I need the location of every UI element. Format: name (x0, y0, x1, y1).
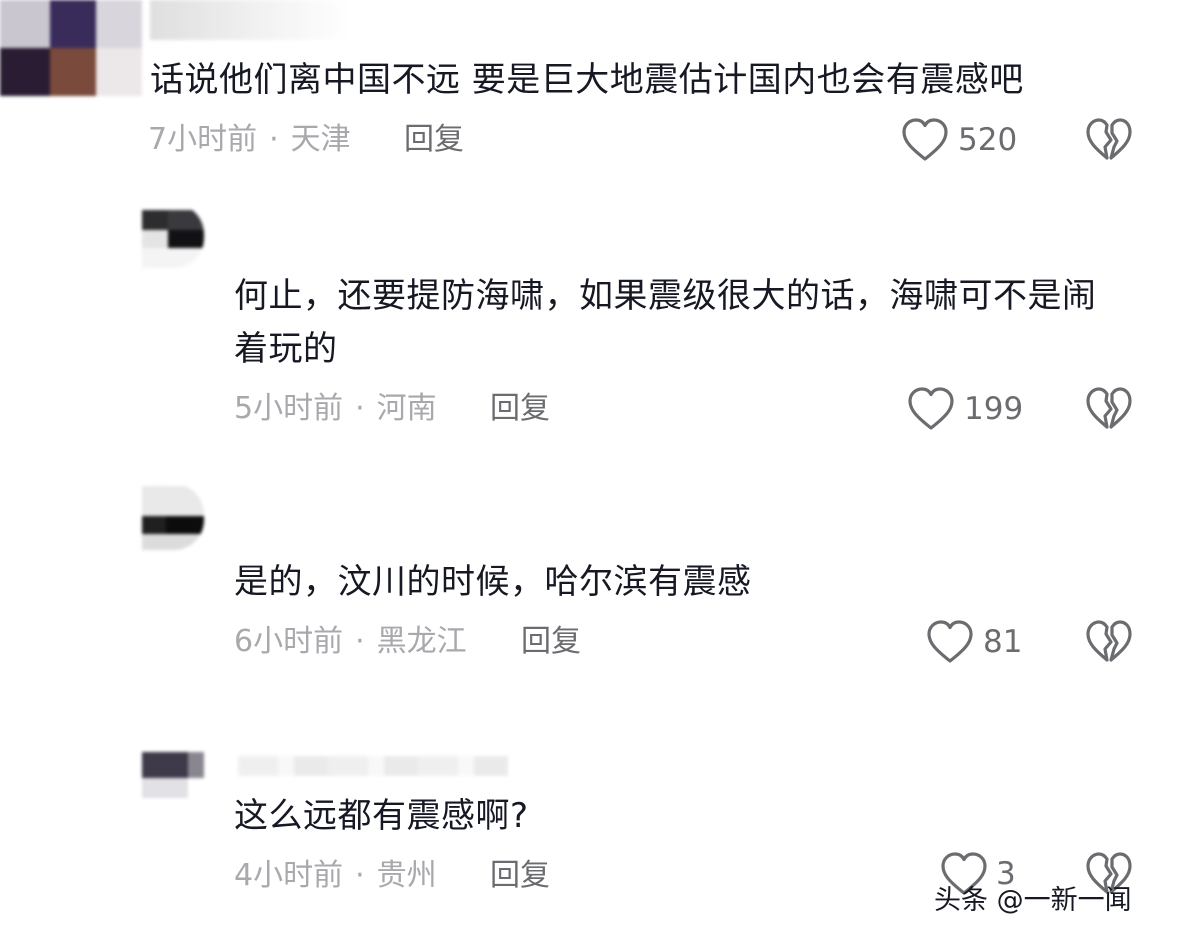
comment-text: 何止，还要提防海啸，如果震级很大的话，海啸可不是闹 (234, 276, 1097, 316)
comment-time: 5小时前 (234, 391, 344, 426)
avatar[interactable] (0, 0, 142, 96)
watermark: 头条 @一新一闻 (934, 885, 1132, 916)
meta-separator: · (269, 122, 279, 157)
comment-meta: 6小时前 · 黑龙江 (234, 622, 467, 662)
comment-meta: 7小时前 · 天津 (148, 120, 351, 160)
comment-location: 黑龙江 (376, 624, 467, 659)
comment-text: 这么远都有震感啊? (234, 796, 529, 836)
meta-separator: · (355, 858, 365, 893)
comment-location: 河南 (376, 391, 437, 426)
username-redacted[interactable] (150, 0, 350, 40)
like-count: 81 (983, 624, 1023, 660)
heart-outline-icon[interactable] (926, 619, 974, 665)
like-count: 199 (964, 391, 1024, 427)
meta-separator: · (355, 624, 365, 659)
comment-time: 4小时前 (234, 858, 344, 893)
comment-meta: 4小时前 · 贵州 (234, 856, 437, 896)
comment-text-continued: 着玩的 (234, 329, 338, 369)
reply-button[interactable]: 回复 (490, 856, 550, 896)
avatar[interactable] (142, 752, 204, 798)
heart-outline-icon[interactable] (907, 386, 955, 432)
comment-time: 7小时前 (148, 122, 258, 157)
avatar[interactable] (142, 484, 204, 550)
broken-heart-icon[interactable] (1085, 117, 1133, 163)
meta-separator: · (355, 391, 365, 426)
heart-outline-icon[interactable] (901, 117, 949, 163)
broken-heart-icon[interactable] (1085, 386, 1133, 432)
comment-location: 贵州 (376, 858, 437, 893)
avatar[interactable] (142, 204, 204, 268)
like-count: 520 (958, 122, 1018, 158)
reply-button[interactable]: 回复 (521, 622, 581, 662)
broken-heart-icon[interactable] (1085, 619, 1133, 665)
comment-text: 话说他们离中国不远 要是巨大地震估计国内也会有震感吧 (150, 60, 1024, 100)
comment-text: 是的，汶川的时候，哈尔滨有震感 (234, 562, 752, 602)
comment-time: 6小时前 (234, 624, 344, 659)
reply-button[interactable]: 回复 (404, 120, 464, 160)
username-redacted[interactable] (238, 756, 508, 776)
comment-meta: 5小时前 · 河南 (234, 389, 437, 429)
reply-button[interactable]: 回复 (490, 389, 550, 429)
comment-location: 天津 (290, 122, 351, 157)
